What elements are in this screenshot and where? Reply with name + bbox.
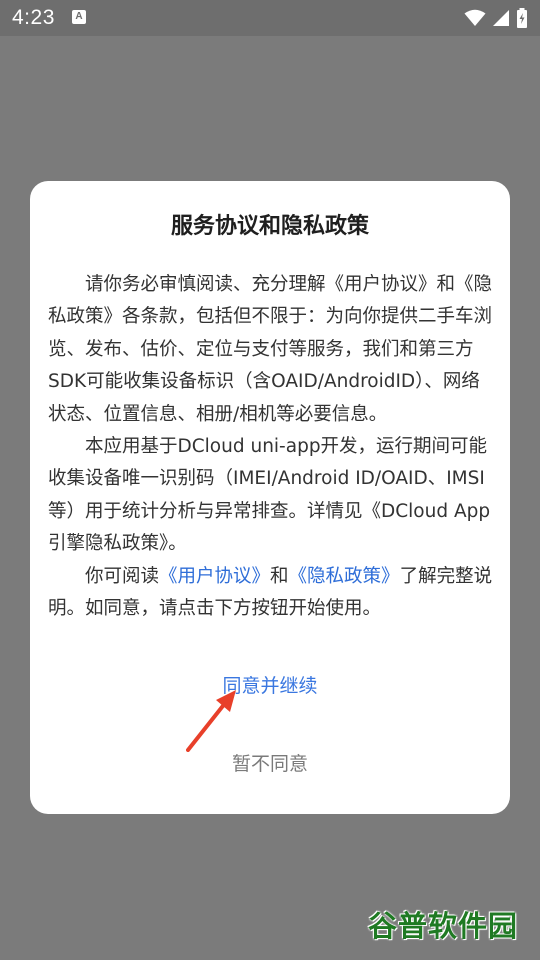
privacy-policy-link[interactable]: 《隐私政策》 bbox=[289, 566, 400, 587]
status-icons bbox=[464, 6, 528, 30]
dialog-paragraph-2: 本应用基于DCloud uni-app开发，运行期间可能收集设备唯一识别码（IM… bbox=[48, 436, 491, 555]
annotation-arrow-icon bbox=[186, 690, 236, 752]
agree-button[interactable]: 同意并继续 bbox=[30, 671, 510, 701]
signal-icon bbox=[493, 10, 509, 26]
dialog-paragraph-1: 请你务必审慎阅读、充分理解《用户协议》和《隐私政策》各条款，包括但不限于：为向你… bbox=[48, 274, 493, 425]
dialog-title: 服务协议和隐私政策 bbox=[170, 214, 369, 239]
notification-glyph: A bbox=[75, 11, 83, 22]
status-time: 4:23 bbox=[12, 6, 55, 29]
watermark-logo: 谷普软件园 bbox=[368, 904, 528, 948]
para3-prefix: 你可阅读 bbox=[85, 565, 160, 587]
privacy-dialog: 服务协议和隐私政策 请你务必审慎阅读、充分理解《用户协议》和《隐私政策》各条款，… bbox=[30, 181, 510, 814]
para3-and: 和 bbox=[270, 565, 289, 587]
status-bar: 4:23 A bbox=[0, 0, 540, 36]
battery-icon bbox=[517, 8, 527, 28]
wifi-icon bbox=[464, 9, 486, 26]
decline-button[interactable]: 暂不同意 bbox=[30, 749, 510, 779]
dialog-body: 请你务必审慎阅读、充分理解《用户协议》和《隐私政策》各条款，包括但不限于：为向你… bbox=[48, 269, 498, 625]
notification-icon: A bbox=[72, 10, 86, 24]
watermark-text: 谷普软件园 bbox=[368, 909, 519, 943]
user-agreement-link[interactable]: 《用户协议》 bbox=[159, 566, 270, 587]
dialog-paragraph-3: 你可阅读《用户协议》和《隐私政策》了解完整说明。如同意，请点击下方按钮开始使用。 bbox=[48, 561, 498, 626]
